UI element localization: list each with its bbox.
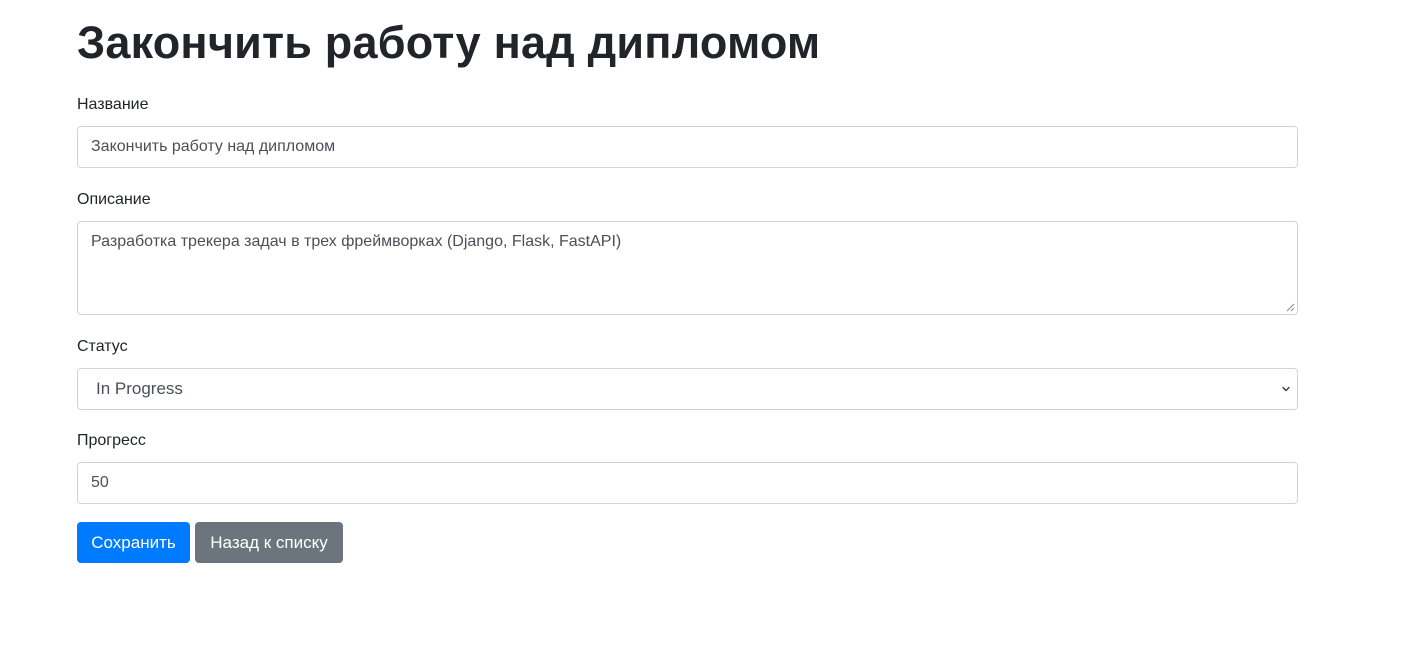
back-to-list-button[interactable]: Назад к списку <box>195 522 343 563</box>
description-textarea-value: Разработка трекера задач в трех фреймвор… <box>91 233 622 250</box>
chevron-down-icon <box>1282 386 1290 392</box>
description-label: Описание <box>77 191 151 208</box>
progress-input-value: 50 <box>91 474 109 491</box>
status-select[interactable]: In Progress <box>77 368 1298 410</box>
progress-input[interactable]: 50 <box>77 462 1298 504</box>
description-textarea[interactable]: Разработка трекера задач в трех фреймвор… <box>77 221 1298 315</box>
resize-grip-icon[interactable] <box>1286 303 1295 312</box>
name-input-value: Закончить работу над дипломом <box>91 138 336 155</box>
page-title: Закончить работу над дипломом <box>77 17 821 68</box>
save-button[interactable]: Сохранить <box>77 522 190 563</box>
name-input[interactable]: Закончить работу над дипломом <box>77 126 1298 168</box>
status-label: Статус <box>77 338 128 355</box>
progress-label: Прогресс <box>77 432 146 449</box>
name-label: Название <box>77 96 149 113</box>
status-select-value: In Progress <box>96 379 183 398</box>
